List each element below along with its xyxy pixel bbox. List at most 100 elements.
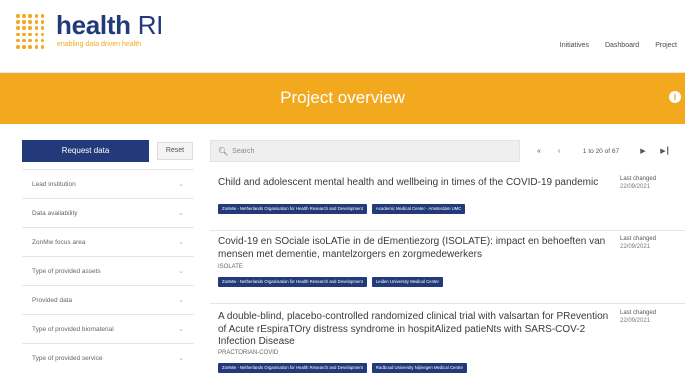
logo-dot xyxy=(40,26,45,30)
filter-provided-service[interactable]: Type of provided service ⌄ xyxy=(22,343,194,372)
tag-funder[interactable]: ZonMw - Netherlands Organisation for Hea… xyxy=(218,277,367,287)
list-item[interactable]: Covid-19 en SOciale isoLATie in de dEmen… xyxy=(210,234,685,304)
filter-label: Type of provided assets xyxy=(32,267,101,275)
chevron-down-icon: ⌄ xyxy=(178,297,184,304)
last-changed-label: Last changed xyxy=(620,176,657,182)
last-changed-label: Last changed xyxy=(620,310,657,316)
logo-dot xyxy=(16,44,20,49)
logo-dot xyxy=(28,14,32,18)
filter-provided-biomaterial[interactable]: Type of provided biomaterial ⌄ xyxy=(22,314,194,343)
next-page-icon[interactable]: ▶ xyxy=(636,147,650,155)
logo-dot xyxy=(28,26,32,30)
divider xyxy=(210,303,685,304)
filter-label: Type of provided service xyxy=(32,354,103,362)
info-icon[interactable]: i xyxy=(669,91,681,103)
list-item[interactable]: Child and adolescent mental health and w… xyxy=(210,174,685,226)
filter-focus-area[interactable]: ZonMw focus area ⌄ xyxy=(22,227,194,256)
filter-sidebar: Request data Reset Lead institution ⌄ Da… xyxy=(22,140,194,372)
result-tags: ZonMw - Netherlands Organisation for Hea… xyxy=(218,277,443,287)
logo-dot xyxy=(34,14,39,18)
filter-data-availability[interactable]: Data availability ⌄ xyxy=(22,198,194,227)
chevron-down-icon: ⌄ xyxy=(178,181,184,188)
logo-dot xyxy=(22,38,26,43)
result-title[interactable]: A double-blind, placebo-controlled rando… xyxy=(218,311,610,349)
chevron-down-icon: ⌄ xyxy=(178,326,184,333)
top-nav: Initiatives Dashboard Project xyxy=(552,42,685,49)
logo-name-part2: RI xyxy=(130,10,164,40)
chevron-down-icon: ⌄ xyxy=(178,210,184,217)
logo-dot xyxy=(16,38,20,43)
tag-funder[interactable]: ZonMw - Netherlands Organisation for Hea… xyxy=(218,363,367,373)
search-input[interactable]: 🔍︎ Search xyxy=(210,140,520,162)
logo-dot xyxy=(34,20,39,24)
logo-name-part1: health xyxy=(56,10,131,40)
logo-dot xyxy=(22,32,26,37)
result-acronym: PRACTORIAN-COVID xyxy=(218,350,279,356)
filter-provided-data[interactable]: Provided data ⌄ xyxy=(22,285,194,314)
filter-provided-assets[interactable]: Type of provided assets ⌄ xyxy=(22,256,194,285)
search-icon: 🔍︎ xyxy=(218,146,229,156)
logo-dot xyxy=(34,32,39,37)
search-placeholder: Search xyxy=(232,147,255,155)
pagination: « ‹ 1 to 20 of 67 ▶ ▶┃ xyxy=(532,147,672,156)
logo-dots-icon xyxy=(16,14,48,50)
logo-dot xyxy=(40,14,45,18)
tag-institution[interactable]: Leiden University Medical Center xyxy=(371,277,443,287)
logo-dot xyxy=(28,38,32,43)
request-data-button[interactable]: Request data xyxy=(22,140,149,162)
tag-institution[interactable]: Academic Medical Center - Amsterdam UMC xyxy=(371,204,466,214)
logo-dot xyxy=(34,26,39,30)
prev-page-icon[interactable]: ‹ xyxy=(552,148,566,155)
page-title: Project overview xyxy=(280,88,405,107)
tag-funder[interactable]: ZonMw - Netherlands Organisation for Hea… xyxy=(218,204,367,214)
logo-dot xyxy=(16,26,20,30)
logo-dot xyxy=(28,44,32,49)
filter-label: Data availability xyxy=(32,209,78,217)
logo-dot xyxy=(22,44,26,49)
result-tags: ZonMw - Netherlands Organisation for Hea… xyxy=(218,204,466,214)
logo-dot xyxy=(34,38,39,43)
logo-dot xyxy=(16,20,20,24)
page-banner: Project overview i xyxy=(0,72,685,124)
last-changed: Last changed 22/09/2021 xyxy=(620,176,680,191)
last-changed: Last changed 22/09/2021 xyxy=(620,310,680,325)
list-item[interactable]: A double-blind, placebo-controlled rando… xyxy=(210,310,685,375)
logo-dot xyxy=(22,14,26,18)
logo[interactable]: health RI xyxy=(56,10,163,41)
logo-dot xyxy=(40,32,45,37)
last-changed: Last changed 22/09/2021 xyxy=(620,236,680,251)
last-page-icon[interactable]: ▶┃ xyxy=(658,147,672,155)
logo-tagline: enabling data driven health xyxy=(57,41,142,48)
tag-institution[interactable]: Radboud University Nijmegen Medical Cent… xyxy=(371,363,467,373)
filter-label: Provided data xyxy=(32,296,73,304)
nav-item-initiatives[interactable]: Initiatives xyxy=(552,42,597,49)
result-acronym: ISOLATE xyxy=(218,264,243,270)
results-panel: 🔍︎ Search « ‹ 1 to 20 of 67 ▶ ▶┃ Child a… xyxy=(210,140,685,373)
logo-dot xyxy=(16,14,20,18)
result-title[interactable]: Covid-19 en SOciale isoLATie in de dEmen… xyxy=(218,236,610,261)
logo-dot xyxy=(40,20,45,24)
filter-label: ZonMw focus area xyxy=(32,238,86,246)
first-page-icon[interactable]: « xyxy=(532,148,546,155)
sidebar-actions: Request data Reset xyxy=(22,140,194,162)
result-count: 1 to 20 of 67 xyxy=(582,147,620,155)
filter-label: Lead institution xyxy=(32,180,76,188)
filter-lead-institution[interactable]: Lead institution ⌄ xyxy=(22,169,194,198)
reset-button[interactable]: Reset xyxy=(157,142,193,160)
last-changed-date: 22/09/2021 xyxy=(620,183,651,190)
nav-item-dashboard[interactable]: Dashboard xyxy=(597,42,647,49)
logo-dot xyxy=(28,20,32,24)
logo-dot xyxy=(22,26,26,30)
chevron-down-icon: ⌄ xyxy=(178,355,184,362)
filter-label: Type of provided biomaterial xyxy=(32,325,114,333)
result-tags: ZonMw - Netherlands Organisation for Hea… xyxy=(218,363,467,373)
logo-dot xyxy=(40,44,45,49)
last-changed-date: 22/09/2021 xyxy=(620,317,651,324)
logo-dot xyxy=(40,38,45,43)
chevron-down-icon: ⌄ xyxy=(178,268,184,275)
last-changed-date: 22/09/2021 xyxy=(620,243,651,250)
result-title[interactable]: Child and adolescent mental health and w… xyxy=(218,177,610,190)
site-header: health RI enabling data driven health In… xyxy=(0,0,685,70)
nav-item-project[interactable]: Project xyxy=(647,42,685,49)
logo-dot xyxy=(22,20,26,24)
